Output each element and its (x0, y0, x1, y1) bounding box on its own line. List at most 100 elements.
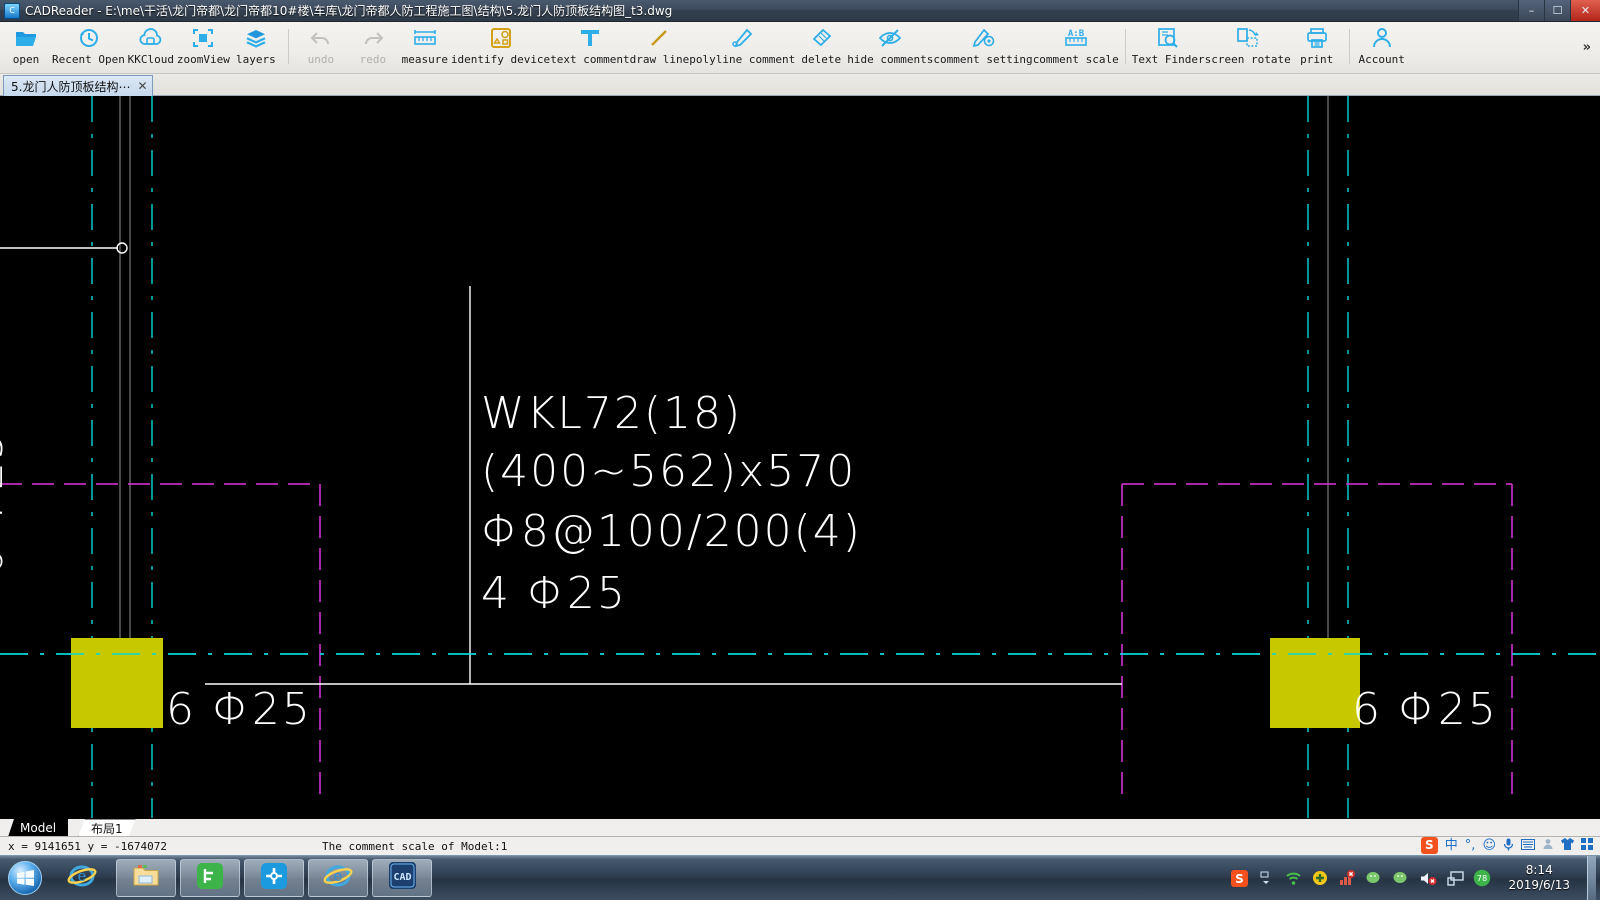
toolbar-button-layers[interactable]: layers (230, 22, 282, 74)
status-bar: x = 9141651 y = -1674072 The comment sca… (0, 836, 1600, 855)
layout-tab-layout1[interactable]: 布局1 (78, 819, 136, 837)
toolbar-button-draw-line[interactable]: draw line (629, 22, 690, 74)
clock-date: 2019/6/13 (1508, 878, 1570, 892)
ime-language-bar[interactable]: S 中 °, ☺ (1416, 836, 1598, 855)
start-button[interactable] (2, 858, 48, 898)
account-person-icon (1370, 26, 1394, 50)
minimize-button[interactable]: – (1518, 0, 1544, 21)
cursor-coordinates: x = 9141651 y = -1674072 (8, 839, 167, 853)
taskbar-button-internet-explorer[interactable]: e (52, 859, 112, 897)
keyboard-icon[interactable] (1521, 838, 1535, 853)
maximize-button[interactable]: ☐ (1544, 0, 1570, 21)
zoom-view-icon (191, 26, 215, 50)
cad-annotation: 6 Φ25 (1352, 684, 1498, 735)
tray-sogou-icon[interactable]: S (1230, 869, 1248, 887)
mic-icon[interactable] (1503, 838, 1514, 854)
title-bar: C CADReader - E:\me\干活\龙门帝都\龙门帝都10#楼\车库\… (0, 0, 1600, 22)
layout-tab-model[interactable]: Model (8, 819, 69, 837)
user-icon[interactable] (1542, 838, 1554, 853)
show-desktop-button[interactable] (1587, 855, 1596, 900)
toolbar-label: identify device (450, 53, 551, 66)
apps-icon[interactable] (1581, 838, 1593, 853)
toolbar-button-polyline-comment[interactable]: polyline comment (689, 22, 795, 74)
taskbar-clock[interactable]: 8:14 2019/6/13 (1500, 863, 1578, 893)
taskbar-button-blue-app[interactable] (244, 859, 304, 897)
toolbar-overflow-button[interactable]: » (1579, 40, 1600, 55)
layout-tab-label: 布局1 (91, 822, 123, 836)
ime-chinese-mode[interactable]: 中 (1445, 839, 1458, 852)
text-comment-icon (577, 26, 603, 50)
toolbar-button-comment-setting[interactable]: comment setting (933, 22, 1033, 74)
toolbar-label: comment scale (1032, 53, 1119, 66)
wifi-icon[interactable] (1284, 869, 1302, 887)
toolbar-button-kkcloud[interactable]: KKCloud (125, 22, 177, 74)
cad-annotation: 4 Φ25 (481, 568, 627, 619)
toolbar-button-recent-open[interactable]: Recent Open (52, 22, 125, 74)
toolbar-button-comment-scale[interactable]: A:B comment scale (1033, 22, 1119, 74)
system-tray: S 78 8:14 2019/6/13 (1230, 855, 1600, 900)
window-controls: – ☐ ✕ (1518, 0, 1600, 21)
toolbar-label: draw line (629, 53, 690, 66)
toolbar-button-print[interactable]: print (1291, 22, 1343, 74)
taskbar-button-internet-explorer-2[interactable]: e (308, 859, 368, 897)
close-button[interactable]: ✕ (1570, 0, 1600, 21)
update-icon[interactable] (1311, 869, 1329, 887)
cloud-icon (138, 26, 164, 50)
svg-text:e: e (78, 867, 87, 885)
tray-overflow-icon[interactable] (1257, 869, 1275, 887)
toolbar-button-hide-comments[interactable]: hide comments (847, 22, 933, 74)
volume-muted-icon[interactable] (1419, 869, 1437, 887)
shirt-icon[interactable] (1561, 838, 1574, 853)
toolbar-button-account[interactable]: Account (1356, 22, 1408, 74)
toolbar-button-text-finder[interactable]: Text Finder (1132, 22, 1205, 74)
ie-icon: e (67, 861, 97, 896)
taskbar-button-green-app[interactable] (180, 859, 240, 897)
wechat-icon[interactable] (1365, 869, 1383, 887)
toolbar-separator (1124, 29, 1126, 64)
cad-drawing-canvas[interactable]: WKL72(18) (400~562)x570 Φ8@100/200(4) 4 … (0, 96, 1600, 818)
toolbar-button-open[interactable]: open (0, 22, 52, 74)
wechat-icon-2[interactable] (1392, 869, 1410, 887)
ime-punctuation-mode[interactable]: °, (1465, 839, 1476, 852)
security-score-badge[interactable]: 78 (1473, 869, 1491, 887)
toolbar-button-undo[interactable]: undo (295, 22, 347, 74)
document-tab[interactable]: 5.龙门人防顶板结构⋯ ✕ (3, 75, 153, 96)
ime-emoji-icon[interactable]: ☺ (1482, 839, 1496, 852)
toolbar-button-zoomview[interactable]: zoomView (177, 22, 230, 74)
taskbar-button-file-explorer[interactable] (116, 859, 176, 897)
toolbar-label: hide comments (847, 53, 934, 66)
taskbar-button-cadreader[interactable]: CAD (372, 859, 432, 897)
signal-error-icon[interactable] (1338, 869, 1356, 887)
windows-taskbar: e e CAD S 78 8:14 2019/6/13 (0, 855, 1600, 900)
redo-arrow-icon (361, 26, 385, 50)
sogou-logo-icon[interactable]: S (1420, 837, 1438, 854)
toolbar-label: screen rotate (1204, 53, 1291, 66)
toolbar-button-redo[interactable]: redo (347, 22, 399, 74)
toolbar-label: Text Finder (1131, 53, 1205, 66)
printer-icon (1305, 26, 1329, 50)
toolbar-label: Recent Open (52, 53, 125, 66)
cad-annotation: (400~562)x570 (481, 446, 857, 497)
toolbar-label: print (1300, 53, 1334, 66)
polyline-pen-icon (730, 26, 754, 50)
toolbar-separator (287, 29, 289, 64)
toolbar-button-delete[interactable]: delete (795, 22, 847, 74)
eye-hidden-icon (877, 26, 903, 50)
toolbar-button-measure[interactable]: measure (399, 22, 451, 74)
toolbar-label: undo (307, 53, 335, 66)
network-icon[interactable] (1446, 869, 1464, 887)
folder-icon (132, 863, 160, 894)
blue-app-icon (261, 862, 287, 894)
toolbar-button-text-comment[interactable]: text comment (550, 22, 630, 74)
layers-icon (244, 26, 268, 50)
toolbar-label: zoomView (176, 53, 230, 66)
green-app-icon (197, 862, 223, 894)
toolbar-button-identify-device[interactable]: identify device (451, 22, 550, 74)
close-icon[interactable]: ✕ (137, 79, 147, 93)
window-title: CADReader - E:\me\干活\龙门帝都\龙门帝都10#楼\车库\龙门… (25, 4, 673, 18)
toolbar-label: redo (359, 53, 387, 66)
svg-text:e: e (334, 867, 343, 885)
svg-text:CAD: CAD (393, 872, 411, 883)
app-icon: C (4, 2, 20, 19)
toolbar-button-screen-rotate[interactable]: screen rotate (1205, 22, 1291, 74)
